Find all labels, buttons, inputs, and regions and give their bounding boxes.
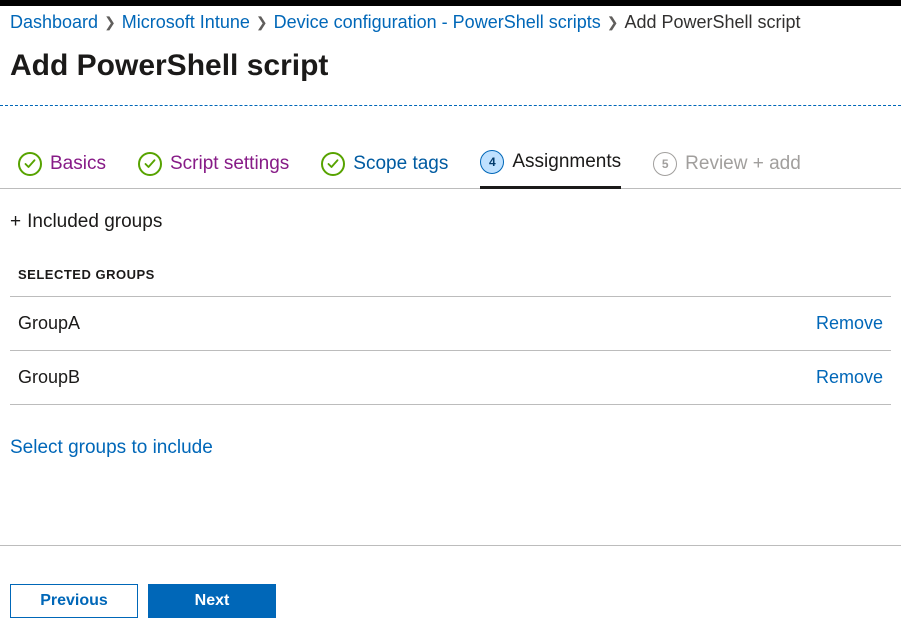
table-row: GroupA Remove	[10, 296, 891, 350]
tab-review-add: 5 Review + add	[653, 152, 801, 188]
footer-actions: Previous Next	[10, 584, 276, 618]
tab-label: Assignments	[512, 151, 621, 173]
chevron-right-icon: ❯	[607, 14, 619, 31]
divider	[0, 545, 901, 546]
breadcrumb-link-dashboard[interactable]: Dashboard	[10, 12, 98, 33]
tab-scope-tags[interactable]: Scope tags	[321, 152, 448, 188]
selected-groups-heading: SELECTED GROUPS	[0, 233, 901, 296]
tab-label: Review + add	[685, 153, 801, 175]
step-number-icon: 4	[480, 150, 504, 174]
tab-script-settings[interactable]: Script settings	[138, 152, 289, 188]
next-button[interactable]: Next	[148, 584, 276, 618]
selected-groups-list: GroupA Remove GroupB Remove	[0, 296, 901, 405]
group-name: GroupA	[18, 313, 80, 334]
previous-button[interactable]: Previous	[10, 584, 138, 618]
remove-button[interactable]: Remove	[816, 313, 883, 334]
wizard-tabs: Basics Script settings Scope tags 4 Assi…	[0, 150, 901, 189]
tab-basics[interactable]: Basics	[18, 152, 106, 188]
tab-label: Scope tags	[353, 153, 448, 175]
chevron-right-icon: ❯	[104, 14, 116, 31]
included-groups-header[interactable]: + Included groups	[0, 189, 901, 233]
table-row: GroupB Remove	[10, 350, 891, 405]
page-title: Add PowerShell script	[0, 35, 901, 105]
chevron-right-icon: ❯	[256, 14, 268, 31]
group-name: GroupB	[18, 367, 80, 388]
check-icon	[18, 152, 42, 176]
breadcrumb: Dashboard ❯ Microsoft Intune ❯ Device co…	[0, 6, 901, 35]
breadcrumb-link-device-config[interactable]: Device configuration - PowerShell script…	[274, 12, 601, 33]
divider-dashed	[0, 105, 901, 106]
check-icon	[138, 152, 162, 176]
select-groups-link[interactable]: Select groups to include	[0, 405, 223, 459]
breadcrumb-link-intune[interactable]: Microsoft Intune	[122, 12, 250, 33]
tab-assignments[interactable]: 4 Assignments	[480, 150, 621, 189]
remove-button[interactable]: Remove	[816, 367, 883, 388]
step-number-icon: 5	[653, 152, 677, 176]
tab-label: Basics	[50, 153, 106, 175]
tab-label: Script settings	[170, 153, 289, 175]
plus-icon: +	[10, 211, 21, 233]
breadcrumb-current: Add PowerShell script	[624, 12, 800, 33]
check-icon	[321, 152, 345, 176]
included-groups-label: Included groups	[27, 211, 162, 233]
